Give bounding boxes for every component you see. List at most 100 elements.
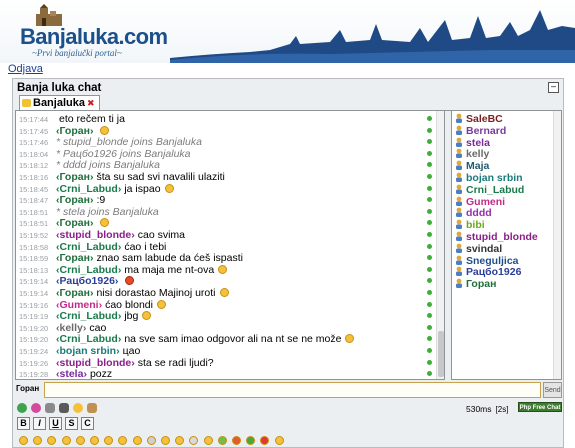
user-list-item[interactable]: Рацбо1926 bbox=[452, 266, 552, 278]
logout-link[interactable]: Odjava bbox=[8, 63, 43, 75]
user-list-item[interactable]: bibi bbox=[452, 219, 552, 231]
php-free-chat-badge[interactable]: Php Free Chat bbox=[518, 402, 562, 412]
palette-icon[interactable] bbox=[17, 403, 27, 413]
user-list-item[interactable]: Горан bbox=[452, 278, 552, 290]
users-icon[interactable] bbox=[45, 403, 55, 413]
tab-banjaluka[interactable]: Banjaluka ✖ bbox=[19, 95, 100, 110]
emoticon-icon[interactable] bbox=[246, 436, 256, 445]
message-nick[interactable]: ‹Crni_Labud› bbox=[56, 264, 121, 276]
emoticon-icon[interactable] bbox=[146, 436, 156, 445]
message-nick[interactable]: ‹Горан› bbox=[56, 287, 93, 299]
emoticon-icon[interactable] bbox=[118, 436, 128, 445]
format-button-u[interactable]: U bbox=[49, 417, 62, 430]
emoticon-icon[interactable] bbox=[217, 436, 227, 445]
message-status-dot bbox=[427, 348, 432, 353]
user-name: Maja bbox=[466, 160, 490, 173]
send-button[interactable]: Send bbox=[543, 382, 562, 398]
message-nick[interactable]: ‹Горан› bbox=[56, 217, 93, 229]
user-list-item[interactable]: stupid_blonde bbox=[452, 231, 552, 243]
nick-text: Рацбо1926 bbox=[59, 275, 115, 288]
user-list-item[interactable]: stela bbox=[452, 137, 552, 149]
user-list-scrollbar[interactable] bbox=[553, 111, 561, 379]
colors-icon[interactable] bbox=[31, 403, 41, 413]
message-time: 15:18:45 bbox=[19, 184, 49, 194]
message-nick[interactable]: ‹Crni_Labud› bbox=[56, 241, 121, 253]
message-nick[interactable]: ‹Gumeni› bbox=[56, 299, 102, 311]
user-list-item[interactable]: Snegulj­ica bbox=[452, 255, 552, 267]
message-text: cao svima bbox=[137, 229, 186, 241]
emoticon-icon[interactable] bbox=[104, 436, 114, 445]
user-icon bbox=[455, 266, 463, 277]
message-nick[interactable]: ‹Рацбо1926› bbox=[56, 275, 118, 287]
user-list-item[interactable]: kelly bbox=[452, 148, 552, 160]
logo-text: Banjaluka.com bbox=[20, 24, 168, 49]
user-list-item[interactable]: Crni_Labud bbox=[452, 184, 552, 196]
message-row: 15:19:14 ‹Рацбо1926› bbox=[16, 275, 431, 287]
message-text: ja ispao bbox=[124, 182, 161, 195]
emoticon-icon[interactable] bbox=[33, 436, 43, 445]
user-list-item[interactable]: Gumeni bbox=[452, 196, 552, 208]
message-row: 15:19:28 ‹stela› pozz bbox=[16, 368, 431, 379]
chat-title: Banja luka chat bbox=[17, 82, 102, 94]
nick-text: Горан bbox=[59, 194, 90, 207]
scrollbar-thumb[interactable] bbox=[438, 331, 444, 377]
emoticon-icon[interactable] bbox=[175, 436, 185, 445]
smiley-icon bbox=[345, 334, 355, 344]
message-nick[interactable]: ‹Горан› bbox=[56, 171, 93, 183]
message-scrollbar[interactable] bbox=[436, 111, 444, 379]
message-nick[interactable]: ‹Горан› bbox=[56, 252, 93, 264]
smiley-icon bbox=[100, 125, 110, 135]
emoticon-icon[interactable] bbox=[19, 436, 28, 445]
message-nick[interactable]: ‹Горан› bbox=[56, 125, 93, 137]
format-button-s[interactable]: S bbox=[65, 417, 78, 430]
format-button-i[interactable]: I bbox=[33, 417, 46, 430]
site-logo[interactable]: Banjaluka.com ~Prvi banjalučki portal~ bbox=[16, 4, 176, 60]
message-nick[interactable]: ‹Crni_Labud› bbox=[56, 333, 121, 345]
smiley-icon bbox=[142, 311, 152, 321]
message-time: 15:18:12 bbox=[19, 161, 49, 171]
emoticon-icon[interactable] bbox=[132, 436, 142, 445]
message-nick[interactable]: ‹bojan srbin› bbox=[56, 345, 120, 357]
chat-panel: Banja luka chat – Banjaluka ✖ 15:17:44 eto… bbox=[12, 78, 564, 448]
smiley-toggle-icon[interactable] bbox=[73, 403, 83, 413]
message-row: 15:19:26 ‹stupid_blonde› sta se radi ljudi… bbox=[16, 357, 431, 369]
user-list-item[interactable]: bojan srbin bbox=[452, 172, 552, 184]
message-input[interactable] bbox=[44, 382, 541, 398]
format-button-b[interactable]: B bbox=[17, 417, 30, 430]
message-status-dot bbox=[427, 174, 432, 179]
user-list-item[interactable]: dddd bbox=[452, 207, 552, 219]
message-nick[interactable]: ‹Crni_Labud› bbox=[56, 310, 121, 322]
message-row: 15:18:58 ‹Crni_Labud› ćao i tebi bbox=[16, 241, 431, 253]
user-list-item[interactable]: SaleBC bbox=[452, 113, 552, 125]
emoticon-icon[interactable] bbox=[61, 436, 71, 445]
emoticon-icon[interactable] bbox=[189, 436, 199, 445]
emoticon-icon[interactable] bbox=[75, 436, 85, 445]
user-icon bbox=[455, 148, 463, 159]
user-list-item[interactable]: svindal bbox=[452, 243, 552, 255]
emoticon-icon[interactable] bbox=[47, 436, 57, 445]
message-nick[interactable]: ‹stela› bbox=[56, 368, 87, 379]
emoticon-icon[interactable] bbox=[203, 436, 213, 445]
message-nick[interactable]: ‹stupid_blonde› bbox=[56, 229, 135, 241]
emoticon-icon[interactable] bbox=[260, 436, 270, 445]
tab-label: Banjaluka bbox=[33, 97, 85, 109]
join-notice: * dddd joins Banjaluka bbox=[56, 159, 160, 172]
message-nick[interactable]: ‹kelly› bbox=[56, 322, 86, 334]
minimize-button[interactable]: – bbox=[548, 82, 559, 93]
emoticon-icon[interactable] bbox=[232, 436, 241, 445]
user-list-item[interactable]: Maja bbox=[452, 160, 552, 172]
clock-icon[interactable] bbox=[87, 403, 97, 413]
message-status-dot bbox=[427, 220, 432, 226]
sound-icon[interactable] bbox=[59, 403, 69, 413]
user-list-item[interactable]: Bernard bbox=[452, 125, 552, 137]
close-icon[interactable]: ✖ bbox=[87, 98, 95, 108]
message-nick[interactable]: ‹Горан› bbox=[56, 194, 93, 206]
message-nick[interactable]: ‹stupid_blonde› bbox=[56, 357, 135, 369]
emoticon-icon[interactable] bbox=[274, 436, 284, 445]
format-button-c[interactable]: C bbox=[81, 417, 94, 430]
emoticon-icon[interactable] bbox=[90, 436, 99, 445]
nick-text: stupid_blonde bbox=[59, 356, 132, 369]
message-nick[interactable]: ‹Crni_Labud› bbox=[56, 183, 121, 195]
message-text: ma maja me nt-ova bbox=[124, 263, 215, 276]
emoticon-icon[interactable] bbox=[161, 436, 170, 445]
